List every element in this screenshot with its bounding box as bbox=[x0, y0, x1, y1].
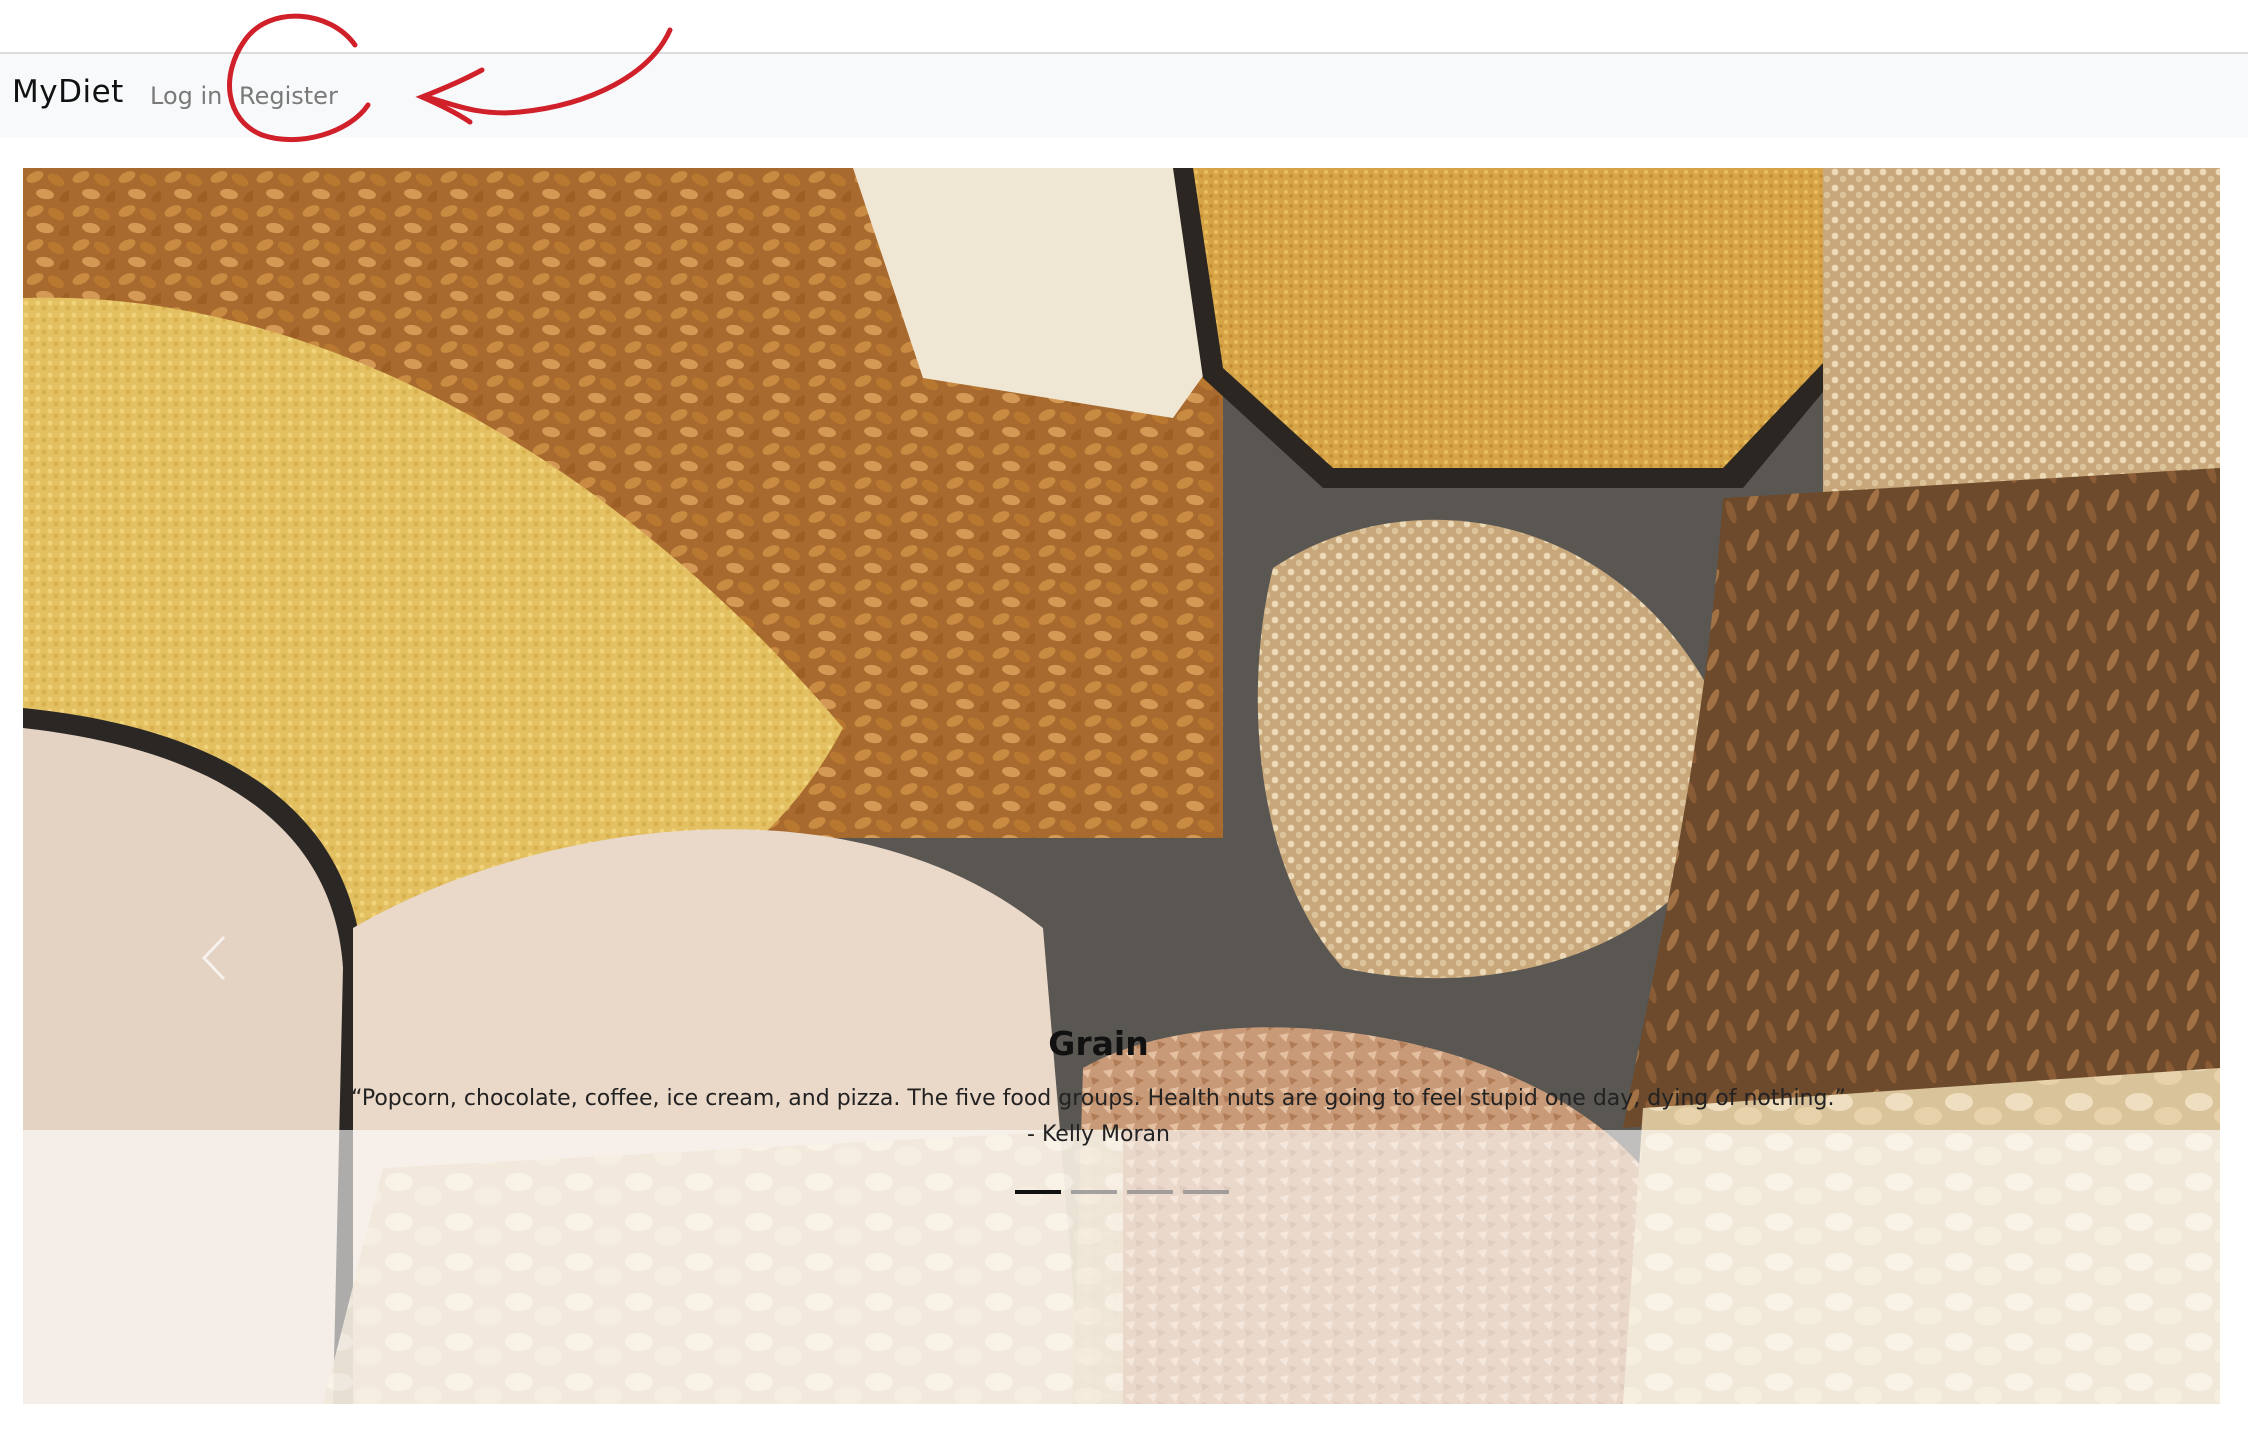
carousel-indicator[interactable] bbox=[1182, 1190, 1229, 1194]
slide-title: Grain bbox=[1048, 1024, 1149, 1063]
slide-quote: “Popcorn, chocolate, coffee, ice cream, … bbox=[351, 1086, 1846, 1111]
carousel-indicators bbox=[23, 1190, 2220, 1194]
carousel-indicator[interactable] bbox=[1070, 1190, 1117, 1194]
login-link[interactable]: Log in bbox=[150, 82, 222, 110]
slide-author: - Kelly Moran bbox=[1027, 1122, 1170, 1147]
page: MyDiet Log in Register Grain “Popcorn, c… bbox=[0, 0, 2248, 1433]
brand-logo[interactable]: MyDiet bbox=[12, 74, 124, 110]
carousel-indicator[interactable] bbox=[1126, 1190, 1173, 1194]
register-link[interactable]: Register bbox=[239, 82, 338, 110]
carousel-prev-control[interactable] bbox=[173, 898, 253, 1018]
carousel-indicator[interactable] bbox=[1014, 1190, 1061, 1194]
carousel bbox=[23, 168, 2220, 1404]
navbar: MyDiet Log in Register bbox=[0, 54, 2248, 138]
caption-backdrop bbox=[23, 1130, 2220, 1404]
chevron-left-icon bbox=[201, 935, 226, 981]
